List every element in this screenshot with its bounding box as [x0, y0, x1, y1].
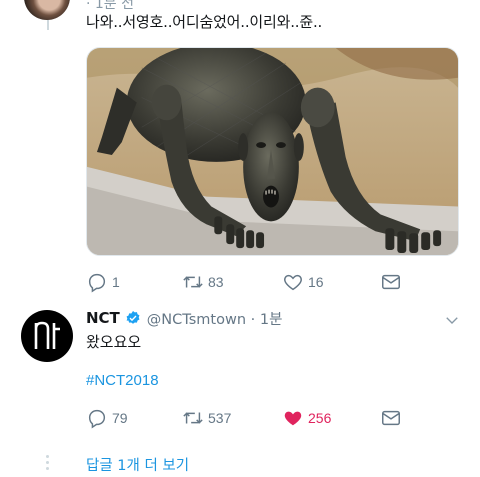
heart-icon — [284, 274, 302, 291]
reply-icon — [88, 409, 106, 429]
reply-count: 79 — [112, 410, 128, 426]
like-count: 256 — [308, 410, 332, 426]
retweet-count: 83 — [208, 274, 224, 290]
verified-badge-icon — [126, 311, 140, 324]
like-button[interactable]: 256 — [282, 407, 331, 429]
show-more-replies-link[interactable]: 답글 1개 더 보기 — [86, 454, 189, 475]
reply-button[interactable]: 1 — [86, 271, 120, 293]
retweet-icon — [183, 412, 203, 424]
tweet-actions: 79 537 256 — [86, 407, 416, 429]
retweet-count: 537 — [208, 410, 232, 426]
tweet-photo[interactable] — [86, 47, 459, 256]
nct-logo-icon — [34, 321, 60, 349]
thread-dots — [46, 455, 50, 473]
reply-button[interactable]: 79 — [86, 407, 128, 429]
tweet-actions: 1 83 16 — [86, 271, 416, 293]
display-name[interactable]: NCT — [86, 309, 120, 327]
tweet-header: NCT @NCTsmtown · 1분 — [86, 307, 282, 329]
envelope-icon — [382, 410, 400, 426]
chevron-down-icon[interactable] — [443, 311, 461, 329]
retweet-button[interactable]: 537 — [182, 407, 231, 429]
tweet-text: 왔오요오 — [86, 333, 142, 351]
reply-count: 1 — [112, 274, 120, 290]
dm-button[interactable] — [380, 271, 402, 293]
avatar[interactable] — [21, 310, 73, 362]
reply-icon — [88, 273, 106, 293]
handle-and-time: @NCTsmtown · 1분 — [146, 311, 283, 328]
dm-button[interactable] — [380, 407, 402, 429]
tweet-text: 나와..서영호..어디숨었어..이리와..쥰.. — [86, 13, 323, 31]
heart-filled-icon — [284, 411, 302, 426]
hashtag-link[interactable]: #NCT2018 — [86, 372, 159, 389]
retweet-icon — [183, 276, 203, 288]
like-count: 16 — [308, 274, 324, 290]
envelope-icon — [382, 274, 400, 290]
avatar[interactable] — [24, 0, 70, 20]
like-button[interactable]: 16 — [282, 271, 324, 293]
retweet-button[interactable]: 83 — [182, 271, 224, 293]
